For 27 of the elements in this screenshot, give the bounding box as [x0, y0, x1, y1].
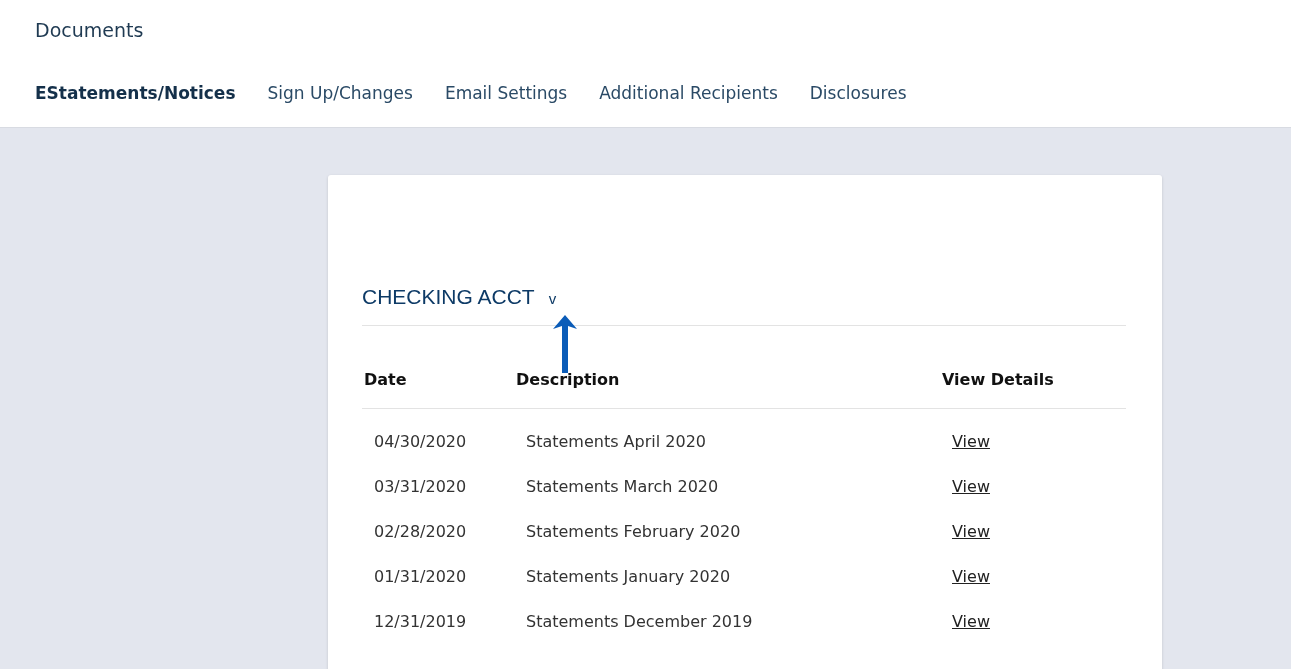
date-cell-text: 04/30/2020 [373, 431, 468, 453]
view-link[interactable]: View [952, 432, 990, 451]
view-link[interactable]: View [952, 567, 990, 586]
view-link[interactable]: View [952, 477, 990, 496]
tab[interactable]: Additional Recipients [599, 81, 778, 107]
column-header: Date [363, 368, 408, 391]
date-cell-text: 02/28/2020 [373, 521, 468, 543]
column-header: Description [515, 368, 621, 391]
view-link[interactable]: View [952, 612, 990, 631]
tab[interactable]: Email Settings [444, 81, 568, 107]
description-cell-text: Statements December 2019 [525, 611, 754, 633]
description-cell-text: Statements January 2020 [525, 566, 732, 588]
tab[interactable]: Disclosures [809, 81, 907, 107]
date-cell-text: 12/31/2019 [373, 611, 468, 633]
tab[interactable]: Sign Up/Changes [267, 81, 413, 107]
column-header: View Details [941, 368, 1055, 391]
description-cell-text: Statements March 2020 [525, 476, 720, 498]
date-cell-text: 01/31/2020 [373, 566, 468, 588]
page-title: Documents [35, 18, 145, 43]
account-name: CHECKING ACCT [362, 283, 535, 310]
account-dropdown-toggle[interactable]: v [548, 287, 557, 310]
view-link[interactable]: View [952, 522, 990, 541]
description-cell-text: Statements April 2020 [525, 431, 707, 453]
pointer-arrow-icon [553, 314, 577, 373]
tab[interactable]: EStatements/Notices [35, 81, 236, 107]
date-cell-text: 03/31/2020 [373, 476, 468, 498]
description-cell-text: Statements February 2020 [525, 521, 742, 543]
